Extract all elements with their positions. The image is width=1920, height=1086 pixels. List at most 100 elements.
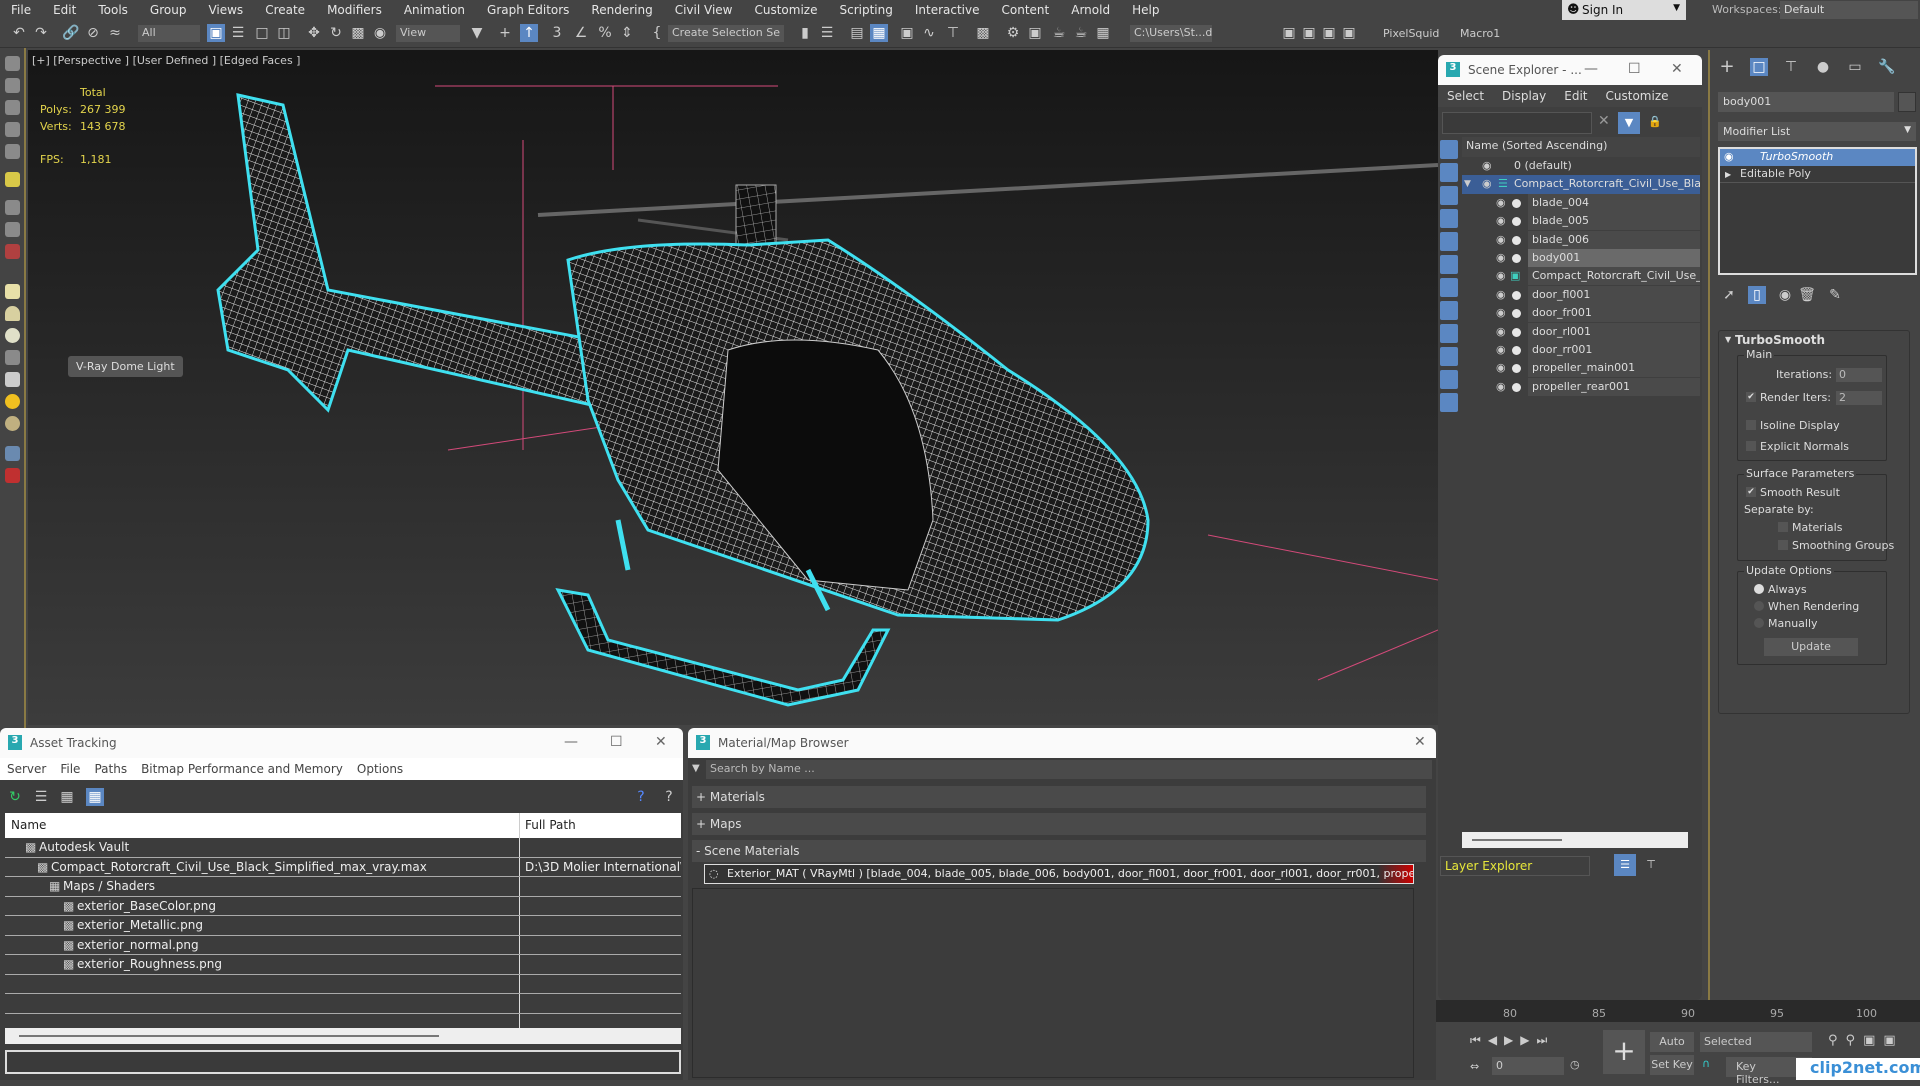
schematic-icon[interactable]: ⊤ <box>944 24 962 42</box>
rect-selection-icon[interactable]: □ <box>253 24 271 42</box>
minimize-icon[interactable]: — <box>1584 61 1598 77</box>
explicit-normals-checkbox[interactable] <box>1746 441 1756 451</box>
object-color-swatch[interactable] <box>1898 92 1916 112</box>
asset-row[interactable]: ▩ exterior_Metallic.png <box>5 916 681 936</box>
geometry-filter-icon[interactable] <box>1440 140 1458 159</box>
horizontal-scrollbar[interactable] <box>5 1028 681 1044</box>
table-view-icon[interactable]: ▦ <box>86 788 104 806</box>
redo-icon[interactable]: ↷ <box>32 24 50 42</box>
calendar-icon[interactable] <box>5 122 20 137</box>
playback-controls[interactable]: ⏮◀▶▶⏭ <box>1470 1033 1554 1048</box>
menu-graph-editors[interactable]: Graph Editors <box>476 3 580 17</box>
se-menu-customize[interactable]: Customize <box>1597 85 1678 107</box>
eye-icon[interactable]: ◉ <box>1496 323 1506 341</box>
column-name[interactable]: Name <box>11 818 46 832</box>
ribbon-icon[interactable]: ▣ <box>898 24 916 42</box>
at-menu-paths[interactable]: Paths <box>87 758 134 780</box>
viewport-nav-controls[interactable]: ⚲⚲▣▣ <box>1828 1033 1904 1048</box>
expand-arrow-icon[interactable]: ▼ <box>1464 175 1471 193</box>
object-row[interactable]: ◉ door_rl001 <box>1462 322 1700 341</box>
render-frame-icon[interactable]: ▣ <box>1026 24 1044 42</box>
layer-mode-icon[interactable]: ☰ <box>1614 854 1636 876</box>
bone-filter-icon[interactable] <box>1440 324 1458 343</box>
open-folder-icon[interactable]: ▣ <box>1300 24 1318 42</box>
vault-help-icon[interactable]: ? <box>660 788 678 806</box>
make-unique-icon[interactable]: ◉ <box>1776 286 1794 304</box>
eye-icon[interactable]: ◉ <box>1496 194 1506 212</box>
expand-arrow-icon[interactable]: ▶ <box>1725 170 1731 179</box>
spacewarp-filter-icon[interactable] <box>1440 255 1458 274</box>
particle-filter-icon[interactable] <box>1440 370 1458 389</box>
percent-snap-icon[interactable]: % <box>596 24 614 42</box>
menu-file[interactable]: File <box>0 3 42 17</box>
clear-search-icon[interactable]: ✕ <box>1598 113 1610 129</box>
horizontal-scrollbar[interactable] <box>1462 832 1688 848</box>
key-mode-dropdown[interactable]: Selected <box>1700 1032 1812 1052</box>
set-key-button[interactable]: Set Key <box>1650 1055 1694 1075</box>
zoom-all-icon[interactable]: ⚲ <box>1846 1033 1864 1048</box>
angle-snap-icon[interactable]: ∠ <box>572 24 590 42</box>
object-row[interactable]: ◉ blade_006 <box>1462 230 1700 249</box>
bind-space-warp-icon[interactable]: ≈ <box>106 24 124 42</box>
explorer-type-dropdown[interactable]: Layer Explorer <box>1440 856 1590 876</box>
when-rendering-radio[interactable] <box>1754 601 1764 611</box>
tree-view-icon[interactable]: ▦ <box>58 788 76 806</box>
hierarchy-tab-icon[interactable]: ⊤ <box>1782 58 1800 76</box>
place-icon[interactable]: ◉ <box>371 24 389 42</box>
render-setup-icon[interactable]: ⚙ <box>1004 24 1022 42</box>
asset-tracking-titlebar[interactable]: 3 Asset Tracking — ☐ ✕ <box>0 728 683 758</box>
layer-row[interactable]: ▼ ◉ ☰ Compact_Rotorcraft_Civil_Use_Black_ <box>1462 175 1700 194</box>
close-icon[interactable]: ✕ <box>655 734 667 750</box>
zoom-icon[interactable]: ⚲ <box>1828 1033 1846 1048</box>
grid-icon[interactable] <box>5 446 20 461</box>
current-frame-spinner[interactable]: 0 <box>1492 1057 1564 1075</box>
rollout-title[interactable]: TurboSmooth <box>1735 333 1825 347</box>
selection-set-dropdown[interactable]: Create Selection Se <box>668 25 784 42</box>
selection-filter-dropdown[interactable]: All <box>138 25 200 42</box>
smooth-result-checkbox[interactable]: ✔ <box>1746 487 1756 497</box>
select-object-icon[interactable]: ▣ <box>207 24 225 42</box>
scene-explorer-titlebar[interactable]: 3 Scene Explorer - ... — ☐ ✕ <box>1438 55 1702 85</box>
xref-filter-icon[interactable] <box>1440 301 1458 320</box>
asset-row[interactable]: ▩ exterior_normal.png <box>5 935 681 955</box>
light-lister-icon[interactable] <box>5 172 20 187</box>
camera-filter-icon[interactable] <box>1440 209 1458 228</box>
menu-arnold[interactable]: Arnold <box>1060 3 1121 17</box>
refresh-icon[interactable]: ↻ <box>6 788 24 806</box>
stack-item-turbosmooth[interactable]: ◉ TurboSmooth <box>1720 149 1915 166</box>
close-icon[interactable]: ✕ <box>1414 734 1426 750</box>
render-iterative-icon[interactable]: ☕ <box>1072 24 1090 42</box>
zoom-extents-icon[interactable]: ▣ <box>1863 1033 1883 1048</box>
menu-content[interactable]: Content <box>991 3 1061 17</box>
configure-sets-icon[interactable]: ✎ <box>1826 286 1844 304</box>
eye-icon[interactable]: ◉ <box>1496 304 1506 322</box>
pixelsquid-button[interactable]: PixelSquid <box>1383 27 1439 40</box>
reference-coord-dropdown[interactable]: View <box>396 25 460 42</box>
show-end-result-icon[interactable]: ▯ <box>1748 286 1766 304</box>
column-header[interactable]: Name (Sorted Ascending) <box>1462 137 1700 157</box>
render-iters-checkbox[interactable]: ✔ <box>1746 392 1756 402</box>
render-icon[interactable]: ☕ <box>1050 24 1068 42</box>
auto-key-button[interactable]: Auto Key <box>1650 1032 1694 1068</box>
macro-button[interactable]: Macro1 <box>1460 27 1500 40</box>
cloud-icon[interactable] <box>5 78 20 93</box>
object-row[interactable]: ◉ blade_004 <box>1462 193 1700 212</box>
sphere-light-icon[interactable] <box>5 222 20 237</box>
helper-filter-icon[interactable] <box>1440 232 1458 251</box>
at-menu-bitmap[interactable]: Bitmap Performance and Memory <box>134 758 350 780</box>
motion-tab-icon[interactable]: ● <box>1814 58 1832 76</box>
eye-icon[interactable]: ◉ <box>1496 359 1506 377</box>
spot-light-icon[interactable] <box>5 372 20 387</box>
project-path-dropdown[interactable]: C:\Users\St...ds Max 202( <box>1130 25 1212 42</box>
vray-light-icon[interactable] <box>5 284 20 299</box>
pin-stack-icon[interactable]: ➚ <box>1720 286 1738 304</box>
set-project-icon[interactable]: ▣ <box>1320 24 1338 42</box>
go-end-icon[interactable]: ⏭ <box>1537 1033 1555 1047</box>
iterations-spinner[interactable]: 0 <box>1836 368 1882 382</box>
ambient-light-icon[interactable] <box>5 416 20 431</box>
create-tab-icon[interactable]: + <box>1718 58 1736 76</box>
render-iters-spinner[interactable]: 2 <box>1836 391 1882 405</box>
menu-rendering[interactable]: Rendering <box>580 3 663 17</box>
menu-interactive[interactable]: Interactive <box>904 3 991 17</box>
zoom-extents-all-icon[interactable]: ▣ <box>1883 1033 1903 1048</box>
